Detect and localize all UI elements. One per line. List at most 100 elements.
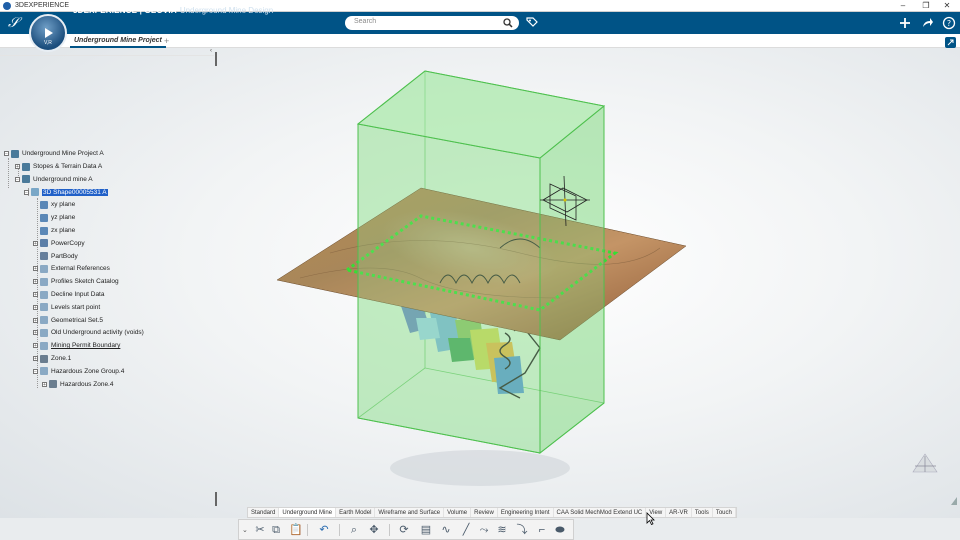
tag-icon[interactable] [525, 16, 539, 30]
tree-item[interactable]: + External References [33, 263, 110, 274]
tree-item[interactable]: + Geometrical Set.5 [33, 315, 103, 326]
tree-item[interactable]: xy plane [33, 199, 75, 210]
fit-all-icon[interactable]: ⌕ [347, 523, 361, 537]
paste-icon[interactable]: 📋 [289, 523, 303, 537]
minimize-button[interactable]: – [892, 0, 914, 12]
expand-icon[interactable]: + [33, 292, 38, 298]
tree-item[interactable]: + Levels start point [33, 302, 100, 313]
geoset-icon [40, 264, 48, 273]
brand-title: 3DEXPERIENCE | GEOVIA Underground Mine De… [73, 6, 273, 15]
split-icon[interactable]: ≋ [495, 523, 509, 537]
section-icon[interactable]: ▤ [419, 523, 433, 537]
triangle-handle-icon[interactable] [950, 496, 958, 506]
solid-icon[interactable]: ⬬ [553, 523, 567, 537]
expand-icon[interactable]: + [15, 164, 20, 170]
action-tab-standard[interactable]: Standard [248, 508, 280, 517]
restore-button[interactable]: ❐ [915, 0, 937, 12]
tree-label: Geometrical Set.5 [51, 316, 104, 324]
expand-icon[interactable]: + [33, 304, 38, 310]
tree-item[interactable]: PartBody [33, 251, 78, 262]
search-input[interactable]: Search [345, 16, 519, 30]
action-tab-tools[interactable]: Tools [692, 508, 713, 517]
search-icon[interactable] [503, 18, 513, 28]
collapse-icon[interactable]: − [4, 151, 9, 157]
expand-icon[interactable]: + [33, 343, 38, 349]
action-tab-caa-solid-mechmod-extend-uc[interactable]: CAA Solid MechMod Extend UC [554, 508, 647, 517]
action-tab-touch[interactable]: Touch [713, 508, 736, 517]
cut-icon[interactable]: ✂ [253, 523, 267, 537]
tree-label: 3D Shape00005531 A [42, 188, 108, 196]
tree-label: Mining Permit Boundary [51, 342, 121, 350]
tree-label: PowerCopy [51, 239, 85, 247]
action-tab-earth-model[interactable]: Earth Model [336, 508, 376, 517]
product-icon [11, 149, 19, 158]
zone-icon [49, 380, 57, 389]
tree-item[interactable]: − Underground mine A [15, 174, 93, 185]
tree-item[interactable]: + Stopes & Terrain Data A [15, 161, 102, 172]
product-icon [22, 175, 30, 184]
rotate-icon[interactable]: ⟳ [397, 523, 411, 537]
window-title: 3DEXPERIENCE [15, 2, 70, 9]
action-tab-engineering-intent[interactable]: Engineering Intent [498, 508, 554, 517]
copy-icon[interactable]: ⧉ [269, 523, 283, 537]
tree-item[interactable]: zx plane [33, 225, 75, 236]
tree-item[interactable]: − Hazardous Zone Group.4 [33, 366, 124, 377]
chevron-down-icon[interactable]: ⌄ [242, 526, 248, 534]
expand-icon[interactable]: − [15, 176, 20, 182]
tree-item[interactable]: − 3D Shape00005531 A [24, 187, 108, 198]
ramp-icon[interactable]: ⤵ [515, 523, 529, 537]
action-tab-ar-vr[interactable]: AR-VR [666, 508, 692, 517]
expand-icon[interactable]: + [33, 356, 38, 362]
tab-underground-mine-project[interactable]: Underground Mine Project [70, 34, 166, 48]
expand-icon[interactable]: + [33, 240, 38, 246]
tree-label: Hazardous Zone.4 [60, 380, 114, 388]
tree-root[interactable]: − Underground Mine Project A [4, 148, 104, 159]
expand-icon[interactable]: + [33, 317, 38, 323]
mouse-cursor-icon [646, 512, 655, 525]
plus-icon[interactable] [898, 16, 912, 30]
geoset-icon [40, 277, 48, 286]
action-tab-review[interactable]: Review [471, 508, 498, 517]
help-icon[interactable]: ? [942, 16, 956, 30]
tree-item[interactable]: + Zone.1 [33, 353, 71, 364]
line-icon[interactable]: ╱ [459, 523, 473, 537]
pan-icon[interactable]: ✥ [367, 523, 381, 537]
action-tab-underground-mine[interactable]: Underground Mine [279, 508, 337, 517]
connect-icon[interactable]: ⌐ [535, 523, 549, 537]
ds-logo-icon[interactable]: 𝒮 [8, 15, 26, 31]
drift-icon[interactable]: ⤳ [477, 523, 491, 537]
expand-icon[interactable]: + [33, 279, 38, 285]
expand-icon[interactable]: + [42, 381, 47, 387]
tree-item[interactable]: + PowerCopy [33, 238, 85, 249]
expand-icon[interactable]: + [33, 330, 38, 336]
tree-label: Underground Mine Project A [22, 150, 104, 157]
close-button[interactable]: ✕ [936, 0, 958, 12]
maximize-view-button[interactable] [945, 37, 956, 48]
expand-icon[interactable]: − [33, 368, 38, 374]
expand-icon[interactable]: + [33, 266, 38, 272]
zone-icon [40, 354, 48, 363]
action-tab-wireframe-and-surface[interactable]: Wireframe and Surface [375, 508, 445, 517]
tree-item[interactable]: + Hazardous Zone.4 [42, 379, 113, 390]
app-icon [3, 1, 11, 10]
expand-icon[interactable]: − [24, 189, 29, 195]
specification-tree: − Underground Mine Project A + Stopes & T… [0, 48, 960, 518]
action-bar-tabs: Standard Underground Mine Earth Model Wiref… [247, 507, 737, 518]
tree-item[interactable]: + Old Underground activity (voids) [33, 327, 144, 338]
add-tab-button[interactable]: + [164, 34, 169, 48]
share-icon[interactable] [920, 16, 934, 30]
tree-item[interactable]: + Decline Input Data [33, 289, 104, 300]
plane-icon [40, 200, 48, 209]
powercopy-icon [40, 239, 48, 248]
robot-compass-icon[interactable] [910, 452, 940, 478]
undo-icon[interactable]: ↶ [317, 523, 331, 537]
curve-icon[interactable]: ∿ [439, 523, 453, 537]
action-tab-volume[interactable]: Volume [444, 508, 472, 517]
3d-viewer[interactable]: ‹ − Underground Mine Project A + Stopes … [0, 48, 960, 518]
tree-item[interactable]: + Mining Permit Boundary [33, 340, 120, 351]
tree-item[interactable]: yz plane [33, 212, 75, 223]
compass-label: V,R [44, 40, 52, 46]
search-placeholder: Search [354, 18, 377, 25]
tree-item[interactable]: + Profiles Sketch Catalog [33, 276, 119, 287]
compass-icon[interactable]: V,R [29, 14, 67, 52]
